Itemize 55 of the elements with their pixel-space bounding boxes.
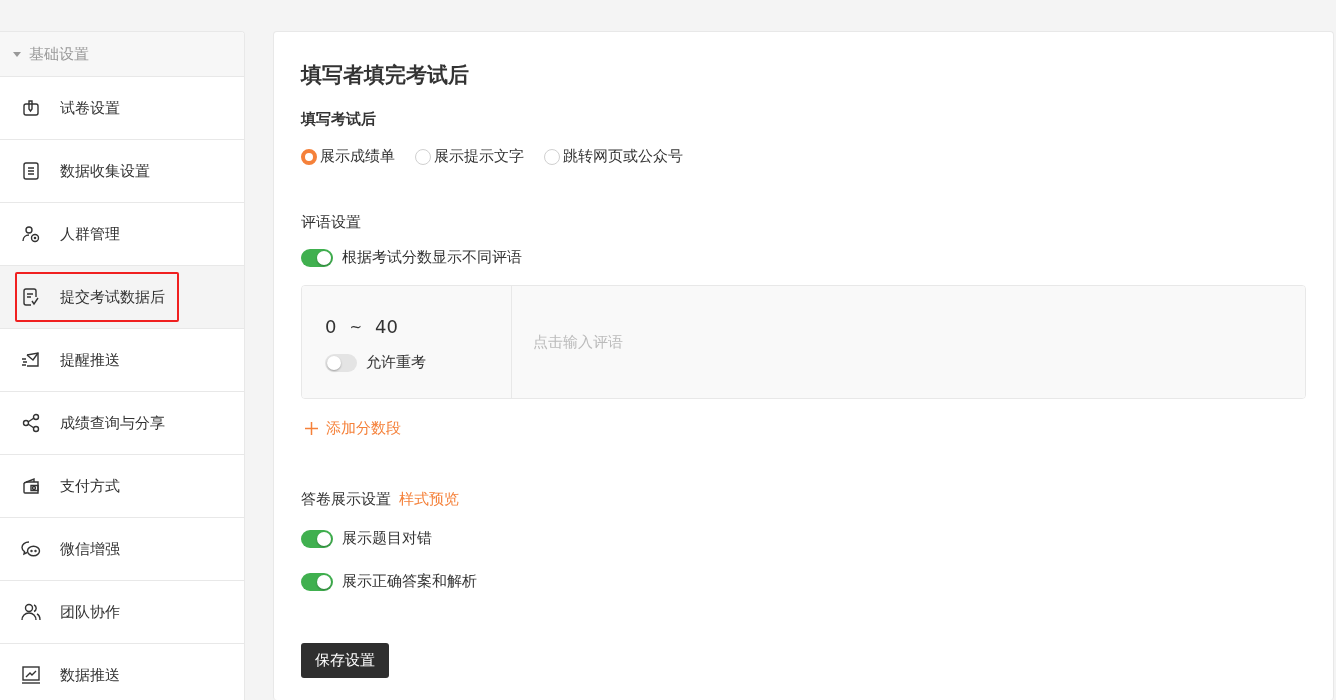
range-max: 40 [375,316,398,337]
sidebar-item-label: 数据收集设置 [60,161,150,181]
range-separator: ~ [349,317,363,336]
add-label: 添加分数段 [326,419,401,438]
range-min: 0 [325,316,337,337]
sidebar-item-label: 数据推送 [60,665,120,685]
chart-monitor-icon [21,665,41,685]
sidebar-item[interactable]: 数据推送 [0,644,244,700]
sidebar-item-label: 微信增强 [60,539,120,559]
person-icon [21,224,41,244]
radio-label[interactable]: 展示成绩单 [320,147,395,166]
save-button[interactable]: 保存设置 [301,643,389,678]
paper-pencil-icon [21,98,41,118]
envelope-icon [21,350,41,370]
comment-input-field[interactable]: 点击输入评语 [512,286,1305,398]
sidebar-item-label: 试卷设置 [60,98,120,118]
sidebar-item-label: 提交考试数据后 [60,287,165,307]
radio-label[interactable]: 展示提示文字 [434,147,524,166]
sidebar-item-label: 成绩查询与分享 [60,413,165,433]
toggle-switch[interactable] [301,529,333,548]
toggle-switch[interactable] [301,248,333,267]
radio-label[interactable]: 跳转网页或公众号 [563,147,683,166]
wallet-icon [21,476,41,496]
selected-sidebar-item[interactable]: 提交考试数据后 [0,266,244,329]
radio-button[interactable] [415,148,431,165]
toggle-label: 展示正确答案和解析 [342,572,477,591]
radio-button[interactable] [301,148,317,165]
chat-bubbles-icon [21,539,41,559]
plus-icon [305,422,318,435]
sidebar-item-label: 提醒推送 [60,350,120,370]
toggle-label: 根据考试分数显示不同评语 [342,248,522,267]
section-label: 评语设置 [301,213,362,232]
toggle-label: 允许重考 [366,353,426,372]
document-icon [21,161,41,181]
sidebar-item[interactable]: 团队协作 [0,581,244,644]
toggle-switch[interactable] [325,353,357,372]
sidebar-item[interactable]: 提醒推送 [0,329,244,392]
section-label: 答卷展示设置 [301,490,391,509]
sidebar-item-label: 团队协作 [60,602,120,622]
sidebar-item-label: 人群管理 [60,224,120,244]
people-icon [21,602,41,622]
caret-icon[interactable] [13,51,21,57]
toggle-label: 展示题目对错 [342,529,432,548]
sidebar-item[interactable]: 数据收集设置 [0,140,244,203]
sidebar-item-label: 支付方式 [60,476,120,496]
sidebar-item[interactable]: 支付方式 [0,455,244,518]
radio-button[interactable] [544,148,560,165]
document-check-icon [21,287,41,307]
toggle-switch[interactable] [301,572,333,591]
sidebar-item[interactable]: 试卷设置 [0,77,244,140]
page-title: 填写者填完考试后 [301,62,470,89]
sidebar-item[interactable]: 成绩查询与分享 [0,392,244,455]
sidebar-item[interactable]: 微信增强 [0,518,244,581]
section-title: 填写考试后 [301,110,377,129]
share-icon [21,413,41,433]
